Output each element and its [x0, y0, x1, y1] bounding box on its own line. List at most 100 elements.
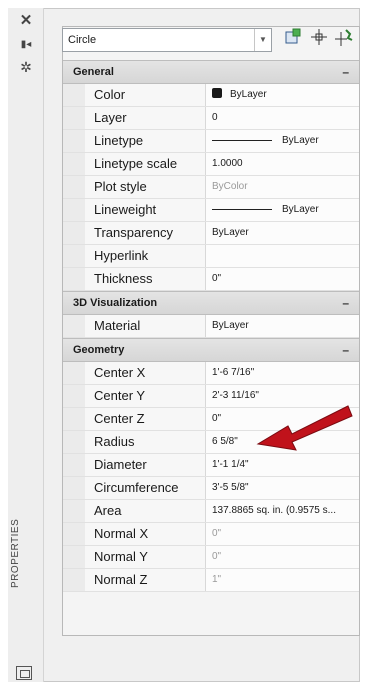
property-row-linetype[interactable]: Linetype ByLayer — [63, 130, 359, 153]
property-row-color[interactable]: Color ByLayer — [63, 84, 359, 107]
palette-title: PROPERTIES — [10, 519, 21, 588]
select-objects-icon[interactable] — [282, 28, 304, 50]
row-gutter — [63, 315, 86, 337]
row-gutter — [63, 569, 86, 591]
property-value-text: ByLayer — [212, 320, 249, 331]
property-value[interactable]: 0" — [206, 546, 359, 568]
property-name: Circumference — [85, 477, 206, 499]
collapse-icon[interactable]: – — [342, 292, 349, 314]
property-value[interactable]: 137.8865 sq. in. (0.9575 s... — [206, 500, 359, 522]
property-value[interactable]: 0" — [206, 268, 359, 290]
object-type-value: Circle — [68, 34, 97, 46]
property-name: Radius — [85, 431, 206, 453]
property-value[interactable]: ByLayer — [206, 130, 359, 152]
pin-icon[interactable]: ▮◂ — [8, 38, 44, 52]
section-title: General — [73, 66, 114, 78]
property-value[interactable]: 1" — [206, 569, 359, 591]
row-gutter — [63, 84, 86, 106]
property-row-material[interactable]: Material ByLayer — [63, 315, 359, 338]
section-header-general[interactable]: General – — [63, 60, 359, 84]
property-name: Color — [85, 84, 206, 106]
property-name: Normal Y — [85, 546, 206, 568]
property-value[interactable]: ByLayer — [206, 315, 359, 337]
property-value[interactable]: ByLayer — [206, 222, 359, 244]
property-row-normal-y[interactable]: Normal Y 0" — [63, 546, 359, 569]
property-value[interactable]: ByLayer — [206, 84, 359, 106]
property-value[interactable]: 1'-6 7/16" — [206, 362, 359, 384]
panel-icon[interactable] — [16, 666, 32, 680]
row-gutter — [63, 454, 86, 476]
property-value[interactable]: 0 — [206, 107, 359, 129]
property-value-text: ByLayer — [230, 89, 267, 100]
section-header-geometry[interactable]: Geometry – — [63, 338, 359, 362]
property-value[interactable] — [206, 245, 359, 267]
property-name: Linetype — [85, 130, 206, 152]
settings-icon[interactable]: ✲ — [8, 60, 44, 74]
property-value-text: 1" — [212, 574, 222, 585]
property-name: Material — [85, 315, 206, 337]
property-row-circumference[interactable]: Circumference 3'-5 5/8" — [63, 477, 359, 500]
property-row-hyperlink[interactable]: Hyperlink — [63, 245, 359, 268]
section-header-3d-visualization[interactable]: 3D Visualization – — [63, 291, 359, 315]
property-value-text: 1'-6 7/16" — [212, 367, 255, 378]
property-name: Diameter — [85, 454, 206, 476]
line-sample-icon — [212, 139, 272, 141]
property-name: Center Z — [85, 408, 206, 430]
property-name: Normal Z — [85, 569, 206, 591]
palette-title-text: PROPERTIES — [10, 518, 21, 588]
line-sample-icon — [212, 208, 272, 210]
close-icon[interactable]: ✕ — [8, 13, 44, 28]
property-value[interactable]: ByColor — [206, 176, 359, 198]
property-name: Center X — [85, 362, 206, 384]
property-name: Area — [85, 500, 206, 522]
property-value-text: 0 — [212, 112, 218, 123]
pick-add-icon[interactable] — [308, 28, 330, 50]
property-value-text: 1.0000 — [212, 158, 243, 169]
collapse-icon[interactable]: – — [342, 61, 349, 83]
property-row-area[interactable]: Area 137.8865 sq. in. (0.9575 s... — [63, 500, 359, 523]
property-value-text: ByLayer — [282, 135, 319, 146]
property-value-text: 137.8865 sq. in. (0.9575 s... — [212, 505, 336, 516]
property-value[interactable]: ByLayer — [206, 199, 359, 221]
property-value[interactable]: 1.0000 — [206, 153, 359, 175]
property-name: Layer — [85, 107, 206, 129]
property-row-normal-z[interactable]: Normal Z 1" — [63, 569, 359, 592]
property-sections: General – Color ByLayer Layer 0 Linetype ByLaye… — [63, 60, 359, 592]
row-gutter — [63, 176, 86, 198]
property-row-linetype-scale[interactable]: Linetype scale 1.0000 — [63, 153, 359, 176]
property-value-text: ByColor — [212, 181, 248, 192]
object-selector-row: Circle ▼ — [62, 28, 362, 54]
row-gutter — [63, 268, 86, 290]
property-value-text: 0" — [212, 551, 222, 562]
property-value-text: 1'-1 1/4" — [212, 459, 249, 470]
property-row-layer[interactable]: Layer 0 — [63, 107, 359, 130]
property-value-text: 6 5/8" — [212, 436, 238, 447]
row-gutter — [63, 245, 86, 267]
property-row-lineweight[interactable]: Lineweight ByLayer — [63, 199, 359, 222]
row-gutter — [63, 431, 86, 453]
property-row-normal-x[interactable]: Normal X 0" — [63, 523, 359, 546]
property-row-transparency[interactable]: Transparency ByLayer — [63, 222, 359, 245]
row-gutter — [63, 385, 86, 407]
property-value-text: ByLayer — [282, 204, 319, 215]
chevron-down-icon[interactable]: ▼ — [254, 29, 271, 51]
property-row-thickness[interactable]: Thickness 0" — [63, 268, 359, 291]
property-value[interactable]: 0" — [206, 523, 359, 545]
property-value[interactable]: 3'-5 5/8" — [206, 477, 359, 499]
property-name: Linetype scale — [85, 153, 206, 175]
property-name: Lineweight — [85, 199, 206, 221]
annotation-arrow-icon — [256, 405, 353, 451]
section-title: Geometry — [73, 344, 125, 356]
collapse-icon[interactable]: – — [342, 339, 349, 361]
property-name: Hyperlink — [85, 245, 206, 267]
row-gutter — [63, 107, 86, 129]
object-type-dropdown[interactable]: Circle ▼ — [62, 28, 272, 52]
property-row-center-x[interactable]: Center X 1'-6 7/16" — [63, 362, 359, 385]
property-name: Transparency — [85, 222, 206, 244]
property-name: Thickness — [85, 268, 206, 290]
property-name: Center Y — [85, 385, 206, 407]
property-row-plot-style[interactable]: Plot style ByColor — [63, 176, 359, 199]
quick-select-icon[interactable] — [334, 28, 356, 50]
row-gutter — [63, 546, 86, 568]
row-gutter — [63, 500, 86, 522]
